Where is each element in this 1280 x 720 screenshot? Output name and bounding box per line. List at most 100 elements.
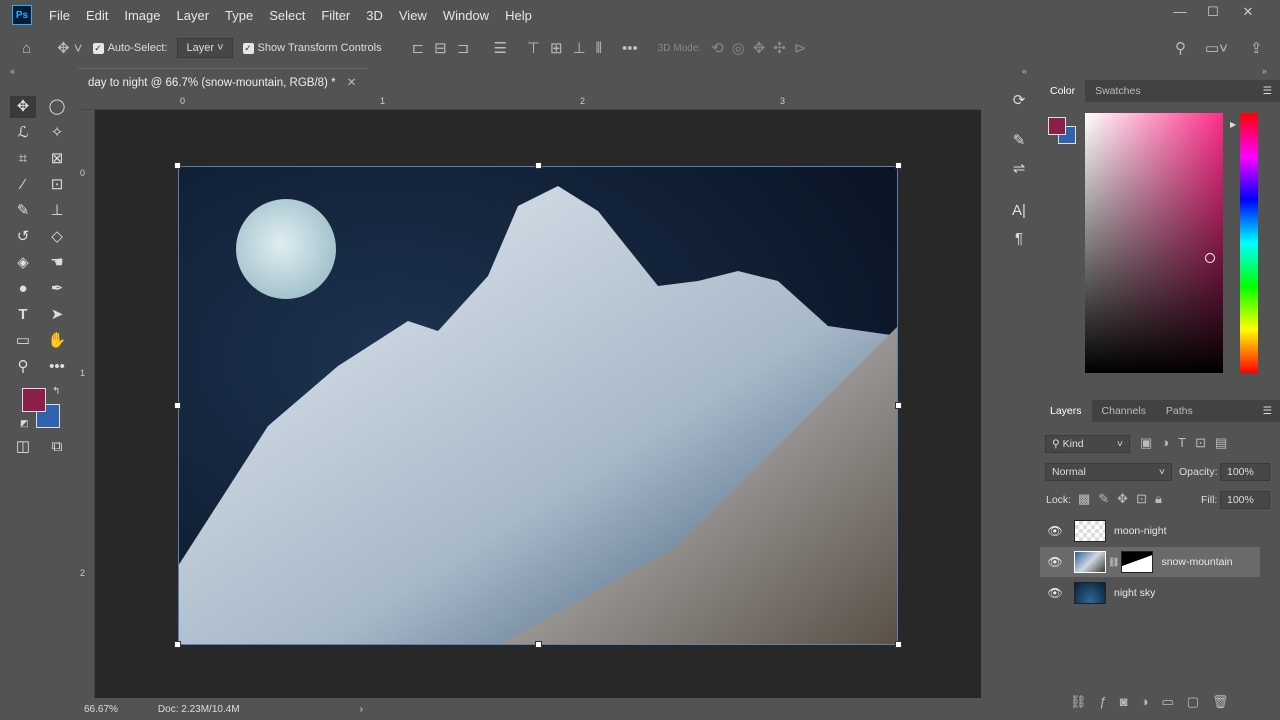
paint-bucket-icon[interactable]: ◈ bbox=[10, 252, 36, 274]
close-tab-icon[interactable]: ✕ bbox=[347, 77, 357, 89]
brush-settings-icon[interactable]: ✎ bbox=[1006, 130, 1032, 152]
mask-link-icon[interactable]: ⛓︎ bbox=[1108, 557, 1119, 568]
transform-handle[interactable] bbox=[174, 641, 181, 648]
transform-handle[interactable] bbox=[535, 162, 542, 169]
transform-handle[interactable] bbox=[174, 402, 181, 409]
dodge-tool-icon[interactable]: ● bbox=[10, 278, 36, 300]
path-selection-icon[interactable]: ➤ bbox=[44, 304, 70, 326]
transform-handle[interactable] bbox=[895, 402, 902, 409]
screen-mode-icon[interactable]: ⧉ bbox=[44, 436, 70, 458]
type-tool-icon[interactable]: T bbox=[10, 304, 36, 326]
3d-mode-icons[interactable]: ⟲◎✥✣⊳ bbox=[711, 39, 814, 57]
eyedropper-icon[interactable]: ⁄ bbox=[10, 174, 36, 196]
menu-filter[interactable]: Filter bbox=[321, 8, 350, 23]
tab-paths[interactable]: Paths bbox=[1156, 400, 1203, 422]
transform-handle[interactable] bbox=[895, 641, 902, 648]
visibility-eye-icon[interactable]: 👁︎ bbox=[1040, 555, 1070, 569]
collapse-toolbar-icon[interactable]: « bbox=[10, 66, 15, 76]
clone-stamp-icon[interactable]: ⊥ bbox=[44, 200, 70, 222]
menu-3d[interactable]: 3D bbox=[366, 8, 383, 23]
color-field[interactable] bbox=[1085, 113, 1223, 373]
tab-layers[interactable]: Layers bbox=[1040, 400, 1092, 422]
color-picker-cursor[interactable] bbox=[1205, 253, 1215, 263]
default-colors-icon[interactable]: ◩ bbox=[20, 418, 29, 429]
hue-slider[interactable] bbox=[1240, 113, 1258, 373]
tab-channels[interactable]: Channels bbox=[1092, 400, 1156, 422]
layer-row-snow-mountain[interactable]: 👁︎ ⛓︎ snow-mountain bbox=[1040, 547, 1260, 577]
menu-window[interactable]: Window bbox=[443, 8, 489, 23]
workspace-icon[interactable]: ▭˅ bbox=[1205, 39, 1228, 57]
home-icon[interactable]: ⌂ bbox=[22, 40, 31, 57]
transform-handle[interactable] bbox=[535, 641, 542, 648]
transform-handle[interactable] bbox=[895, 162, 902, 169]
status-menu-arrow[interactable]: › bbox=[360, 704, 363, 715]
hand-tool-icon[interactable]: ✋ bbox=[44, 330, 70, 352]
align-buttons[interactable]: ⊏⊟⊐ ☰ bbox=[412, 39, 517, 57]
menu-help[interactable]: Help bbox=[505, 8, 532, 23]
zoom-tool-icon[interactable]: ⚲ bbox=[10, 356, 36, 378]
visibility-eye-icon[interactable]: 👁︎ bbox=[1040, 586, 1070, 600]
layer-actions-bar[interactable]: ⛓︎ƒ◙◑▭▢🗑︎ bbox=[1070, 694, 1242, 710]
move-tool-icon[interactable]: ✥ bbox=[10, 96, 36, 118]
foreground-color-swatch[interactable] bbox=[1048, 117, 1066, 135]
menu-edit[interactable]: Edit bbox=[86, 8, 108, 23]
layer-filter-dropdown[interactable]: ⚲ Kind ˅ bbox=[1045, 435, 1130, 453]
show-transform-controls-checkbox[interactable]: ✓ Show Transform Controls bbox=[242, 42, 382, 54]
panel-menu-icon[interactable]: ☰ bbox=[1263, 405, 1280, 417]
layer-mask-thumbnail[interactable] bbox=[1121, 551, 1154, 573]
menu-file[interactable]: File bbox=[49, 8, 70, 23]
document-tab[interactable]: day to night @ 66.7% (snow-mountain, RGB… bbox=[78, 68, 368, 92]
paragraph-panel-icon[interactable]: ¶ bbox=[1006, 228, 1032, 250]
more-tools-icon[interactable]: ••• bbox=[44, 356, 70, 378]
frame-tool-icon[interactable]: ⊠ bbox=[44, 148, 70, 170]
tab-color[interactable]: Color bbox=[1040, 80, 1086, 102]
pen-tool-icon[interactable]: ✒ bbox=[44, 278, 70, 300]
share-icon[interactable]: ⇪ bbox=[1250, 39, 1263, 57]
layer-filter-icons[interactable]: ▣◑T⊡▤ bbox=[1140, 435, 1236, 451]
menu-view[interactable]: View bbox=[399, 8, 427, 23]
transform-bounding-box[interactable] bbox=[178, 166, 898, 645]
distribute-buttons[interactable]: ⊤⊞⊥⫴ bbox=[527, 39, 612, 57]
marquee-tool-icon[interactable]: ◯ bbox=[44, 96, 70, 118]
menu-image[interactable]: Image bbox=[124, 8, 160, 23]
more-options-icon[interactable]: ••• bbox=[622, 40, 638, 57]
brush-tool-icon[interactable]: ✎ bbox=[10, 200, 36, 222]
magic-wand-icon[interactable]: ✧ bbox=[44, 122, 70, 144]
character-panel-icon[interactable]: A| bbox=[1006, 200, 1032, 222]
canvas-area[interactable] bbox=[95, 110, 981, 698]
healing-brush-icon[interactable]: ⊡ bbox=[44, 174, 70, 196]
layer-row-moon-night[interactable]: 👁︎ moon-night bbox=[1040, 516, 1260, 546]
collapse-icons-icon[interactable]: « bbox=[1022, 66, 1027, 76]
tab-swatches[interactable]: Swatches bbox=[1085, 80, 1151, 102]
blend-mode-dropdown[interactable]: Normal ˅ bbox=[1045, 463, 1172, 481]
menu-layer[interactable]: Layer bbox=[177, 8, 210, 23]
close-window-button[interactable]: ✕ bbox=[1238, 4, 1258, 22]
maximize-button[interactable]: ☐ bbox=[1203, 4, 1223, 22]
auto-select-target-dropdown[interactable]: Layer ˅ bbox=[177, 38, 233, 58]
menu-type[interactable]: Type bbox=[225, 8, 253, 23]
crop-tool-icon[interactable]: ⌗ bbox=[10, 148, 36, 170]
adjustments-icon[interactable]: ⇌ bbox=[1006, 158, 1032, 180]
opacity-field[interactable]: 100% bbox=[1220, 463, 1270, 481]
auto-select-checkbox[interactable]: ✓ Auto-Select: bbox=[92, 42, 167, 54]
hue-slider-arrow[interactable]: ▶ bbox=[1230, 120, 1236, 129]
smudge-tool-icon[interactable]: ☚ bbox=[44, 252, 70, 274]
move-tool-icon[interactable]: ✥ ˅ bbox=[57, 39, 83, 57]
foreground-color-swatch[interactable] bbox=[22, 388, 46, 412]
zoom-level[interactable]: 66.67% bbox=[84, 704, 118, 715]
search-icon[interactable]: ⚲ bbox=[1175, 39, 1186, 57]
collapse-panels-icon[interactable]: » bbox=[1262, 66, 1267, 76]
swap-colors-icon[interactable]: ↰ bbox=[52, 386, 60, 397]
menu-select[interactable]: Select bbox=[269, 8, 305, 23]
rectangle-tool-icon[interactable]: ▭ bbox=[10, 330, 36, 352]
visibility-eye-icon[interactable]: 👁︎ bbox=[1040, 524, 1070, 538]
panel-menu-icon[interactable]: ☰ bbox=[1263, 85, 1280, 97]
layer-row-night-sky[interactable]: 👁︎ night sky bbox=[1040, 578, 1260, 608]
lasso-tool-icon[interactable]: ℒ bbox=[10, 122, 36, 144]
eraser-icon[interactable]: ◇ bbox=[44, 226, 70, 248]
history-brush-icon[interactable]: ↺ bbox=[10, 226, 36, 248]
history-panel-icon[interactable]: ⟳ bbox=[1006, 90, 1032, 112]
fill-field[interactable]: 100% bbox=[1220, 491, 1270, 509]
lock-icons[interactable]: ▩✎✥⊡🔒︎ bbox=[1078, 491, 1170, 507]
quick-mask-icon[interactable]: ◫ bbox=[10, 436, 36, 458]
